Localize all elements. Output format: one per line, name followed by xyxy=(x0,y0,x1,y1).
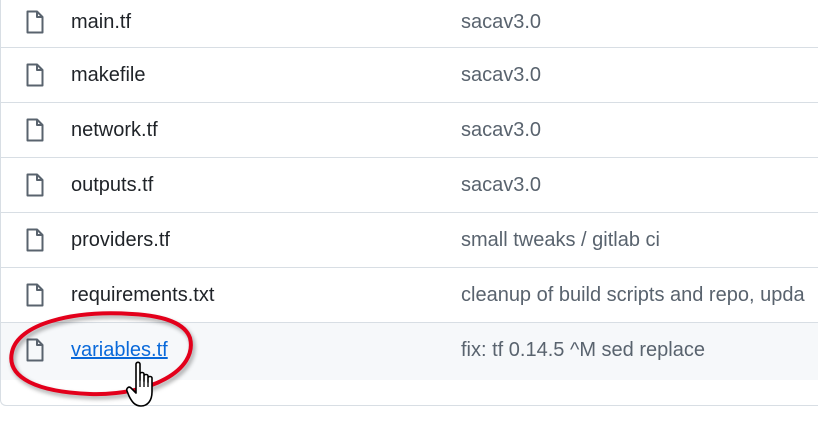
file-list: main.tf sacav3.0 makefile sacav3.0 netwo… xyxy=(0,0,818,406)
file-icon xyxy=(25,10,45,34)
commit-message-link[interactable]: sacav3.0 xyxy=(461,119,541,142)
commit-message-link[interactable]: fix: tf 0.14.5 ^M sed replace xyxy=(461,339,705,362)
commit-message-link[interactable]: cleanup of build scripts and repo, upda xyxy=(461,284,805,307)
commit-message-link[interactable]: small tweaks / gitlab ci xyxy=(461,229,660,252)
file-row-network-tf[interactable]: network.tf sacav3.0 xyxy=(1,103,818,158)
file-icon xyxy=(25,173,45,197)
file-icon xyxy=(25,338,45,362)
file-row-main-tf[interactable]: main.tf sacav3.0 xyxy=(1,0,818,48)
file-row-variables-tf[interactable]: variables.tf fix: tf 0.14.5 ^M sed repla… xyxy=(1,323,818,380)
file-name-link[interactable]: requirements.txt xyxy=(71,284,214,307)
commit-message-link[interactable]: sacav3.0 xyxy=(461,174,541,197)
commit-message-link[interactable]: sacav3.0 xyxy=(461,11,541,34)
file-name-link[interactable]: main.tf xyxy=(71,11,131,34)
file-row-providers-tf[interactable]: providers.tf small tweaks / gitlab ci xyxy=(1,213,818,268)
file-name-link[interactable]: providers.tf xyxy=(71,229,170,252)
file-row-makefile[interactable]: makefile sacav3.0 xyxy=(1,48,818,103)
file-icon xyxy=(25,63,45,87)
file-icon xyxy=(25,228,45,252)
file-name-link[interactable]: outputs.tf xyxy=(71,174,153,197)
file-icon xyxy=(25,118,45,142)
file-name-link-hovered[interactable]: variables.tf xyxy=(71,339,168,362)
commit-message-link[interactable]: sacav3.0 xyxy=(461,64,541,87)
file-row-outputs-tf[interactable]: outputs.tf sacav3.0 xyxy=(1,158,818,213)
file-icon xyxy=(25,283,45,307)
file-name-link[interactable]: makefile xyxy=(71,64,145,87)
file-row-requirements-txt[interactable]: requirements.txt cleanup of build script… xyxy=(1,268,818,323)
file-name-link[interactable]: network.tf xyxy=(71,119,158,142)
